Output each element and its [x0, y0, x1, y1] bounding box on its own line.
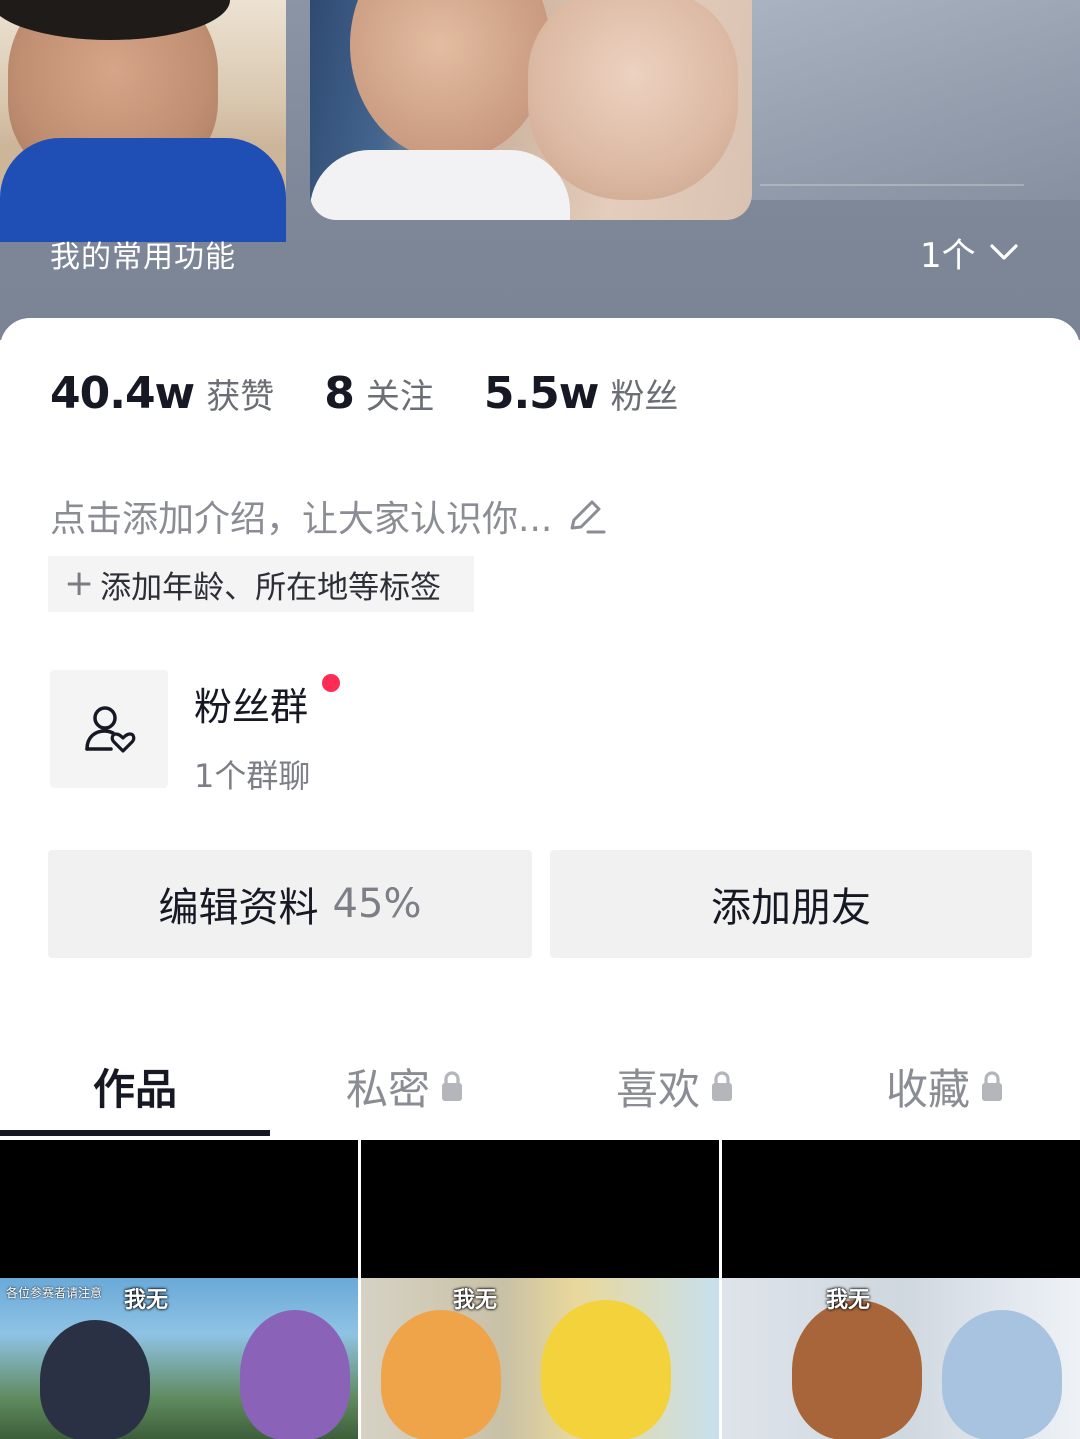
tab-favorites[interactable]: 收藏	[810, 1038, 1080, 1134]
video-caption: 我无	[826, 1288, 871, 1313]
pencil-icon	[570, 500, 606, 534]
bio-edit[interactable]: 点击添加介绍，让大家认识你...	[50, 490, 608, 542]
stat-followers-value: 5.5w	[483, 368, 600, 419]
character-figure	[40, 1320, 150, 1439]
character-figure	[541, 1300, 671, 1439]
tab-likes[interactable]: 喜欢	[540, 1038, 810, 1134]
character-figure	[792, 1300, 922, 1439]
profile-header: 我的常用功能 1个	[0, 0, 1080, 340]
common-functions-count: 1个	[920, 235, 976, 276]
add-tags-button[interactable]: + 添加年龄、所在地等标签	[48, 556, 474, 612]
stat-following-label: 关注	[365, 377, 434, 417]
stat-following-value: 8	[324, 368, 355, 419]
character-figure	[240, 1310, 350, 1439]
bio-placeholder: 点击添加介绍，让大家认识你...	[50, 499, 553, 540]
lock-icon	[712, 1071, 732, 1101]
character-figure	[381, 1310, 501, 1439]
stat-likes-value: 40.4w	[50, 368, 195, 419]
fan-group-subtitle: 1个群聊	[194, 757, 311, 795]
active-tab-indicator	[0, 1130, 270, 1136]
video-thumbnail[interactable]: 我无	[361, 1140, 719, 1439]
tab-likes-label: 喜欢	[615, 1064, 700, 1114]
header-photo-left	[0, 0, 286, 242]
video-thumbnail[interactable]: 我无	[722, 1140, 1080, 1439]
header-photo-right	[310, 0, 752, 220]
fan-group-entry[interactable]: 粉丝群 1个群聊	[50, 670, 340, 797]
lock-icon	[982, 1071, 1002, 1101]
profile-completion: 45%	[332, 881, 422, 927]
stat-followers-label: 粉丝	[610, 377, 679, 417]
fan-group-text: 粉丝群 1个群聊	[194, 670, 340, 797]
header-divider	[760, 184, 1024, 186]
fan-group-icon-box	[50, 670, 168, 788]
stat-following[interactable]: 8 关注	[324, 368, 434, 419]
add-tags-label: 添加年龄、所在地等标签	[100, 569, 442, 606]
content-tabs: 作品 私密 喜欢 收藏	[0, 1038, 1080, 1138]
stat-followers[interactable]: 5.5w 粉丝	[484, 368, 679, 419]
tab-works-label: 作品	[92, 1064, 177, 1114]
character-figure	[942, 1310, 1062, 1439]
fan-group-title: 粉丝群	[194, 685, 309, 729]
edit-profile-button[interactable]: 编辑资料 45%	[48, 850, 532, 958]
header-background	[740, 0, 1080, 200]
user-heart-icon	[85, 706, 136, 753]
tab-private[interactable]: 私密	[270, 1038, 540, 1134]
tab-favorites-label: 收藏	[885, 1064, 970, 1114]
video-caption: 我无	[124, 1288, 169, 1313]
chevron-down-icon	[990, 244, 1018, 260]
profile-stats: 40.4w 获赞 8 关注 5.5w 粉丝	[50, 368, 728, 419]
add-friend-button[interactable]: 添加朋友	[550, 850, 1032, 958]
notification-dot	[322, 674, 340, 692]
stat-likes-label: 获赞	[206, 377, 275, 417]
video-thumbnail[interactable]: 各位参赛者请注意 我无	[0, 1140, 358, 1439]
stat-likes[interactable]: 40.4w 获赞	[50, 368, 274, 419]
tab-private-label: 私密	[345, 1064, 430, 1114]
common-functions-label: 我的常用功能	[50, 240, 236, 275]
add-friend-label: 添加朋友	[711, 885, 871, 931]
plus-icon: +	[64, 563, 95, 604]
common-functions-toggle[interactable]: 1个	[920, 228, 1020, 276]
edit-profile-label: 编辑资料	[158, 885, 319, 931]
lock-icon	[442, 1071, 462, 1101]
tab-works[interactable]: 作品	[0, 1038, 270, 1134]
video-caption: 我无	[453, 1288, 498, 1313]
video-small-caption: 各位参赛者请注意	[6, 1286, 103, 1300]
video-grid: 各位参赛者请注意 我无 我无 我无	[0, 1140, 1080, 1439]
